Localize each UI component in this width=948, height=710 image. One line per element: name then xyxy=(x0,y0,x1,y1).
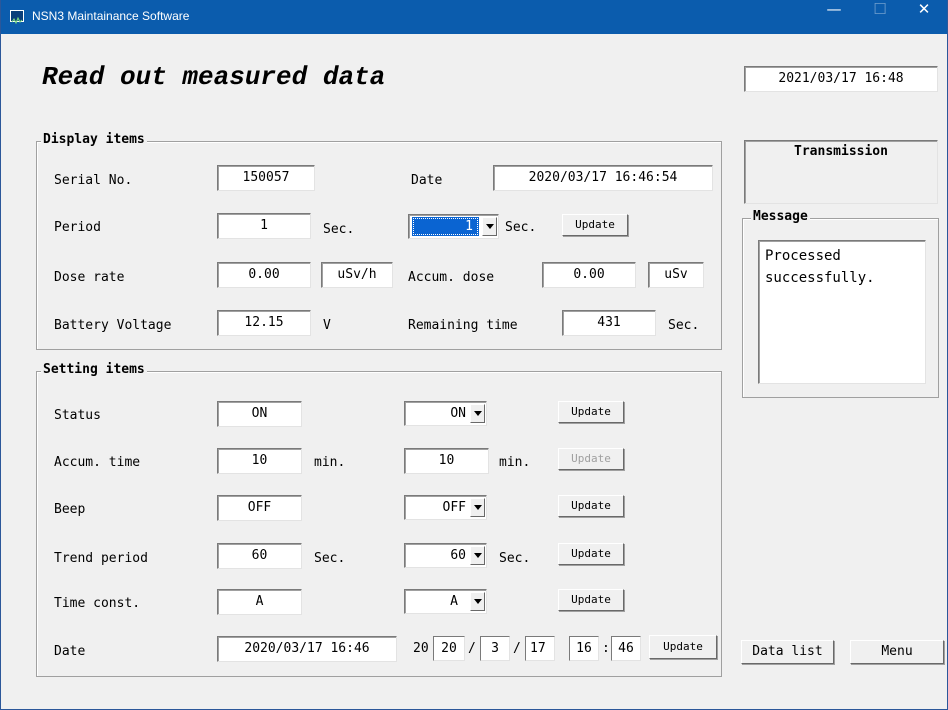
accum-time-update-button[interactable]: Update xyxy=(558,448,624,470)
dose-rate-label: Dose rate xyxy=(54,270,125,285)
date-field: 2020/03/17 16:46:54 xyxy=(493,165,713,191)
accum-time-unit: min. xyxy=(314,455,346,470)
time-const-label: Time const. xyxy=(54,596,141,611)
chevron-down-icon[interactable] xyxy=(470,498,485,517)
transmission-label: Transmission xyxy=(794,144,888,159)
chevron-down-icon[interactable] xyxy=(470,546,485,565)
beep-field: OFF xyxy=(217,495,302,521)
status-field: ON xyxy=(217,401,302,427)
year-prefix: 20 xyxy=(413,641,429,656)
beep-update-button[interactable]: Update xyxy=(558,495,624,517)
accum-dose-unit-field: uSv xyxy=(648,262,704,288)
display-items-label: Display items xyxy=(41,132,147,147)
menu-button[interactable]: Menu xyxy=(850,640,944,664)
month-input[interactable]: 3 xyxy=(480,636,510,661)
time-const-update-button[interactable]: Update xyxy=(558,589,624,611)
trend-period-field: 60 xyxy=(217,543,302,569)
data-list-button[interactable]: Data list xyxy=(741,640,834,664)
dose-rate-unit-field: uSv/h xyxy=(321,262,393,288)
time-sep: : xyxy=(602,641,610,656)
period-select-value: 1 xyxy=(412,217,479,236)
accum-time-label: Accum. time xyxy=(54,455,141,470)
serial-label: Serial No. xyxy=(54,173,133,188)
remaining-field: 431 xyxy=(562,310,656,336)
trend-period-select-unit: Sec. xyxy=(499,551,531,566)
period-label: Period xyxy=(54,220,101,235)
date-sep-2: / xyxy=(513,641,521,656)
trend-period-update-button[interactable]: Update xyxy=(558,543,624,565)
remaining-unit: Sec. xyxy=(668,318,700,333)
close-button[interactable]: ✕ xyxy=(901,0,947,34)
setting-items-label: Setting items xyxy=(41,362,147,377)
minimize-button[interactable]: — xyxy=(811,0,857,34)
period-select-unit: Sec. xyxy=(505,220,537,235)
date-update-button[interactable]: Update xyxy=(649,635,717,659)
minute-input[interactable]: 46 xyxy=(611,636,641,661)
window-title: NSN3 Maintainance Software xyxy=(32,9,190,23)
chevron-down-icon[interactable] xyxy=(482,217,497,236)
status-update-button[interactable]: Update xyxy=(558,401,624,423)
trend-period-unit: Sec. xyxy=(314,551,346,566)
period-field: 1 xyxy=(217,213,311,239)
transmission-panel: Transmission xyxy=(744,140,938,204)
set-date-field: 2020/03/17 16:46 xyxy=(217,636,397,662)
status-select[interactable]: ON xyxy=(404,401,487,426)
set-date-label: Date xyxy=(54,644,86,659)
dose-rate-field: 0.00 xyxy=(217,262,311,288)
current-time-field: 2021/03/17 16:48 xyxy=(744,66,938,92)
beep-select[interactable]: OFF xyxy=(404,495,487,520)
year-input[interactable]: 20 xyxy=(433,636,465,661)
beep-select-value: OFF xyxy=(442,500,466,515)
title-bar[interactable]: NSN3 Maintainance Software — ☐ ✕ xyxy=(1,0,947,34)
chevron-down-icon[interactable] xyxy=(470,592,485,611)
remaining-label: Remaining time xyxy=(408,318,518,333)
message-label: Message xyxy=(751,209,810,224)
maximize-button[interactable]: ☐ xyxy=(857,0,903,34)
time-const-select-value: A xyxy=(450,594,458,609)
day-input[interactable]: 17 xyxy=(525,636,555,661)
app-window: NSN3 Maintainance Software — ☐ ✕ Read ou… xyxy=(0,0,948,710)
accum-dose-label: Accum. dose xyxy=(408,270,495,285)
page-title: Read out measured data xyxy=(42,62,386,92)
date-sep-1: / xyxy=(468,641,476,656)
serial-field: 150057 xyxy=(217,165,315,191)
time-const-select[interactable]: A xyxy=(404,589,487,614)
hour-input[interactable]: 16 xyxy=(569,636,599,661)
battery-label: Battery Voltage xyxy=(54,318,172,333)
accum-time-input[interactable]: 10 xyxy=(404,448,489,474)
trend-period-select[interactable]: 60 xyxy=(404,543,487,568)
battery-field: 12.15 xyxy=(217,310,311,336)
time-const-field: A xyxy=(217,589,302,615)
beep-label: Beep xyxy=(54,502,86,517)
period-update-button[interactable]: Update xyxy=(562,214,628,236)
period-unit: Sec. xyxy=(323,222,355,237)
app-icon xyxy=(10,10,24,25)
period-select[interactable]: 1 xyxy=(408,214,499,239)
accum-dose-field: 0.00 xyxy=(542,262,636,288)
date-label: Date xyxy=(411,173,443,188)
accum-time-input-unit: min. xyxy=(499,455,531,470)
accum-time-field: 10 xyxy=(217,448,302,474)
trend-period-label: Trend period xyxy=(54,551,148,566)
status-select-value: ON xyxy=(450,406,466,421)
trend-period-select-value: 60 xyxy=(450,548,466,563)
status-label: Status xyxy=(54,408,101,423)
message-box: Processed successfully. xyxy=(758,240,926,384)
battery-unit: V xyxy=(323,318,331,333)
chevron-down-icon[interactable] xyxy=(470,404,485,423)
